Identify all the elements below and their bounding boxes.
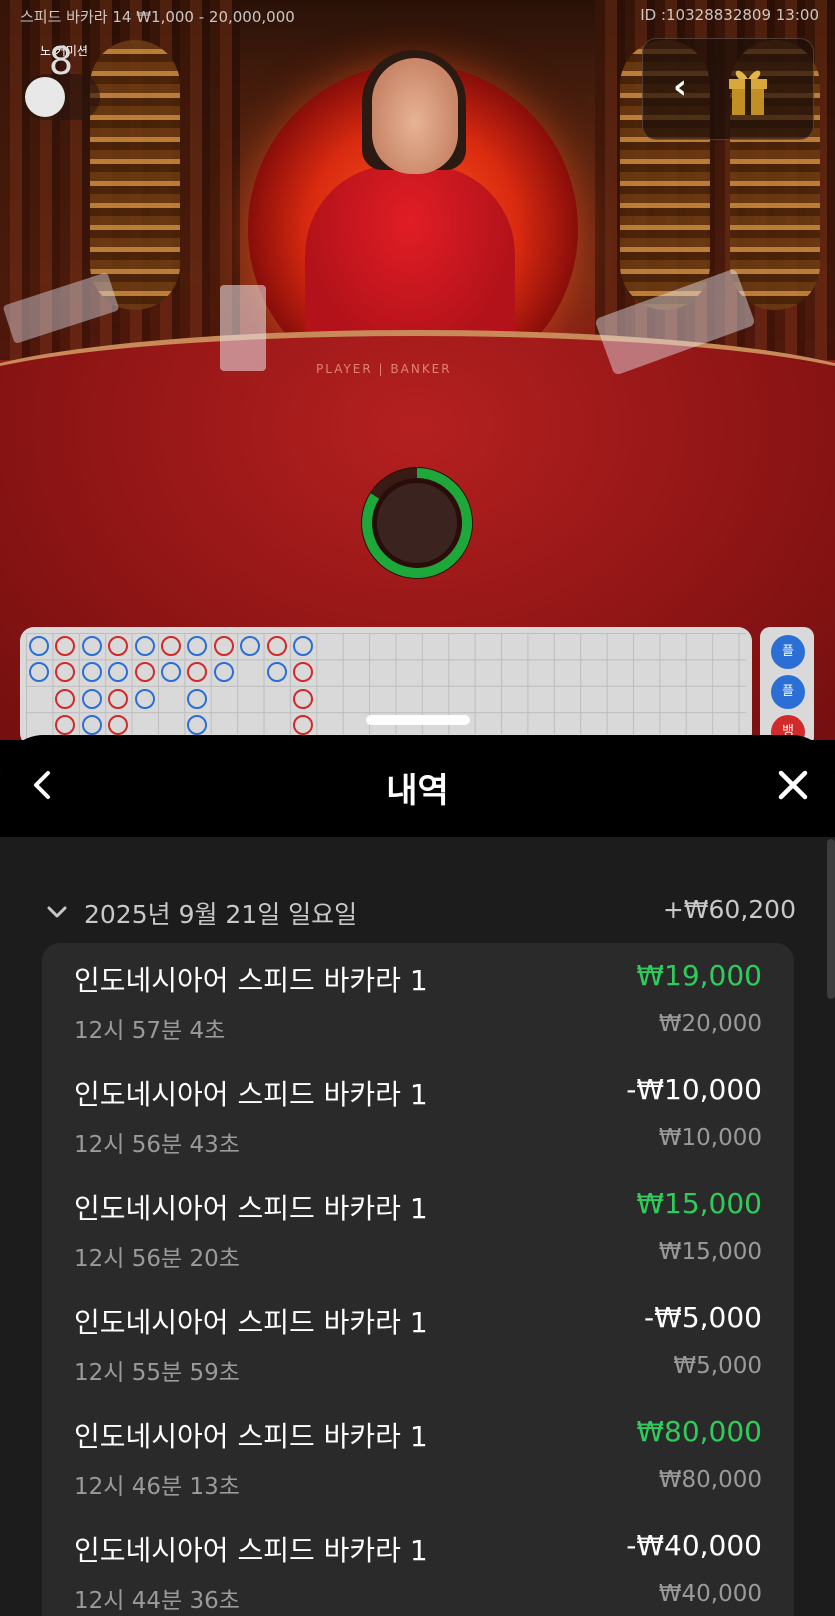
entry-result: ₩19,000 bbox=[636, 959, 762, 992]
prediction-panel: 플 플 뱅 bbox=[760, 627, 814, 740]
discard-box bbox=[220, 285, 266, 371]
day-date: 2025년 9월 21일 일요일 bbox=[84, 900, 358, 929]
live-game-view: PLAYER | BANKER 스피드 바카라 14 ₩1,000 - 20,0… bbox=[0, 0, 835, 740]
entry-bet-amount: ₩10,000 bbox=[658, 1125, 762, 1151]
round-id: ID :10328832809 13:00 bbox=[640, 6, 819, 24]
roadmap-player-mark bbox=[134, 688, 155, 709]
gift-icon[interactable] bbox=[725, 61, 771, 117]
roadmap-banker-mark bbox=[293, 688, 313, 709]
entry-bet-amount: ₩15,000 bbox=[658, 1239, 762, 1265]
entry-game-name: 인도네시아어 스피드 바카라 1 bbox=[74, 1192, 428, 1225]
entry-time: 12시 46분 13초 bbox=[74, 1474, 240, 1500]
close-icon[interactable] bbox=[771, 763, 815, 807]
entry-game-name: 인도네시아어 스피드 바카라 1 bbox=[74, 1534, 428, 1567]
player-predict-button[interactable]: 플 bbox=[771, 635, 805, 669]
entry-result: -₩40,000 bbox=[626, 1529, 762, 1562]
sheet-title: 내역 bbox=[386, 771, 449, 811]
roadmap-player-mark bbox=[266, 662, 287, 683]
roadmap-player-mark bbox=[134, 636, 155, 656]
history-entry[interactable]: 인도네시아어 스피드 바카라 1 12시 44분 36초 -₩40,000 ₩40,0… bbox=[42, 1513, 794, 1616]
roadmap-player-mark bbox=[29, 636, 49, 656]
history-sheet: 내역 2025년 9월 21일 일요일 +₩60,200 인도네시아어 스피드 … bbox=[0, 735, 835, 1616]
entry-result: ₩80,000 bbox=[636, 1415, 762, 1448]
roadmap-player-mark bbox=[81, 688, 102, 709]
day-group-header[interactable]: 2025년 9월 21일 일요일 +₩60,200 bbox=[44, 895, 796, 931]
entry-time: 12시 56분 43초 bbox=[74, 1132, 240, 1158]
roadmap-player-mark bbox=[81, 636, 102, 656]
entry-result: ₩15,000 bbox=[636, 1187, 762, 1220]
entry-game-name: 인도네시아어 스피드 바카라 1 bbox=[74, 1420, 428, 1453]
entry-time: 12시 44분 36초 bbox=[74, 1588, 240, 1614]
entry-bet-amount: ₩20,000 bbox=[658, 1011, 762, 1037]
entry-result: -₩5,000 bbox=[644, 1301, 762, 1334]
scrollbar[interactable] bbox=[827, 839, 835, 999]
entry-bet-amount: ₩40,000 bbox=[658, 1581, 762, 1607]
entry-bet-amount: ₩80,000 bbox=[658, 1467, 762, 1493]
history-list: 인도네시아어 스피드 바카라 1 12시 57분 4초 ₩19,000 ₩20,000… bbox=[42, 943, 794, 1616]
roadmap-banker-mark bbox=[108, 688, 129, 709]
chevron-down-icon bbox=[47, 906, 67, 918]
day-total: +₩60,200 bbox=[662, 895, 796, 924]
entry-time: 12시 57분 4초 bbox=[74, 1018, 226, 1044]
roadmap-banker-mark bbox=[161, 636, 181, 656]
sheet-header: 내역 bbox=[0, 735, 835, 837]
history-entry[interactable]: 인도네시아어 스피드 바카라 1 12시 56분 20초 ₩15,000 ₩15,00… bbox=[42, 1171, 794, 1285]
history-entry[interactable]: 인도네시아어 스피드 바카라 1 12시 46분 13초 ₩80,000 ₩80,00… bbox=[42, 1399, 794, 1513]
player-predict-button[interactable]: 플 bbox=[771, 675, 805, 709]
history-entry[interactable]: 인도네시아어 스피드 바카라 1 12시 56분 43초 -₩10,000 ₩10,0… bbox=[42, 1057, 794, 1171]
dealer-face bbox=[372, 58, 458, 174]
sheet-drag-handle[interactable] bbox=[366, 715, 470, 725]
roadmap-banker-mark bbox=[266, 636, 287, 656]
history-entry[interactable]: 인도네시아어 스피드 바카라 1 12시 55분 59초 -₩5,000 ₩5,000 bbox=[42, 1285, 794, 1399]
entry-game-name: 인도네시아어 스피드 바카라 1 bbox=[74, 1306, 428, 1339]
entry-time: 12시 55분 59초 bbox=[74, 1360, 240, 1386]
entry-result: -₩10,000 bbox=[626, 1073, 762, 1106]
table-label: PLAYER | BANKER bbox=[316, 362, 452, 376]
entry-game-name: 인도네시아어 스피드 바카라 1 bbox=[74, 1078, 428, 1111]
roadmap-player-mark bbox=[81, 715, 102, 736]
chevron-left-icon[interactable]: ‹ bbox=[673, 67, 687, 107]
history-entry[interactable]: 인도네시아어 스피드 바카라 1 12시 57분 4초 ₩19,000 ₩20,000 bbox=[42, 943, 794, 1057]
top-right-controls: ‹ bbox=[642, 38, 814, 140]
timer-value: 8 bbox=[48, 39, 74, 83]
entry-game-name: 인도네시아어 스피드 바카라 1 bbox=[74, 964, 428, 997]
dealer bbox=[305, 165, 515, 355]
roadmap-banker-mark bbox=[213, 636, 234, 656]
roadmap-banker-mark bbox=[134, 662, 155, 683]
roadmap-player-mark bbox=[293, 636, 313, 656]
countdown-timer bbox=[361, 467, 473, 579]
entry-time: 12시 56분 20초 bbox=[74, 1246, 240, 1272]
entry-bet-amount: ₩5,000 bbox=[673, 1353, 762, 1379]
